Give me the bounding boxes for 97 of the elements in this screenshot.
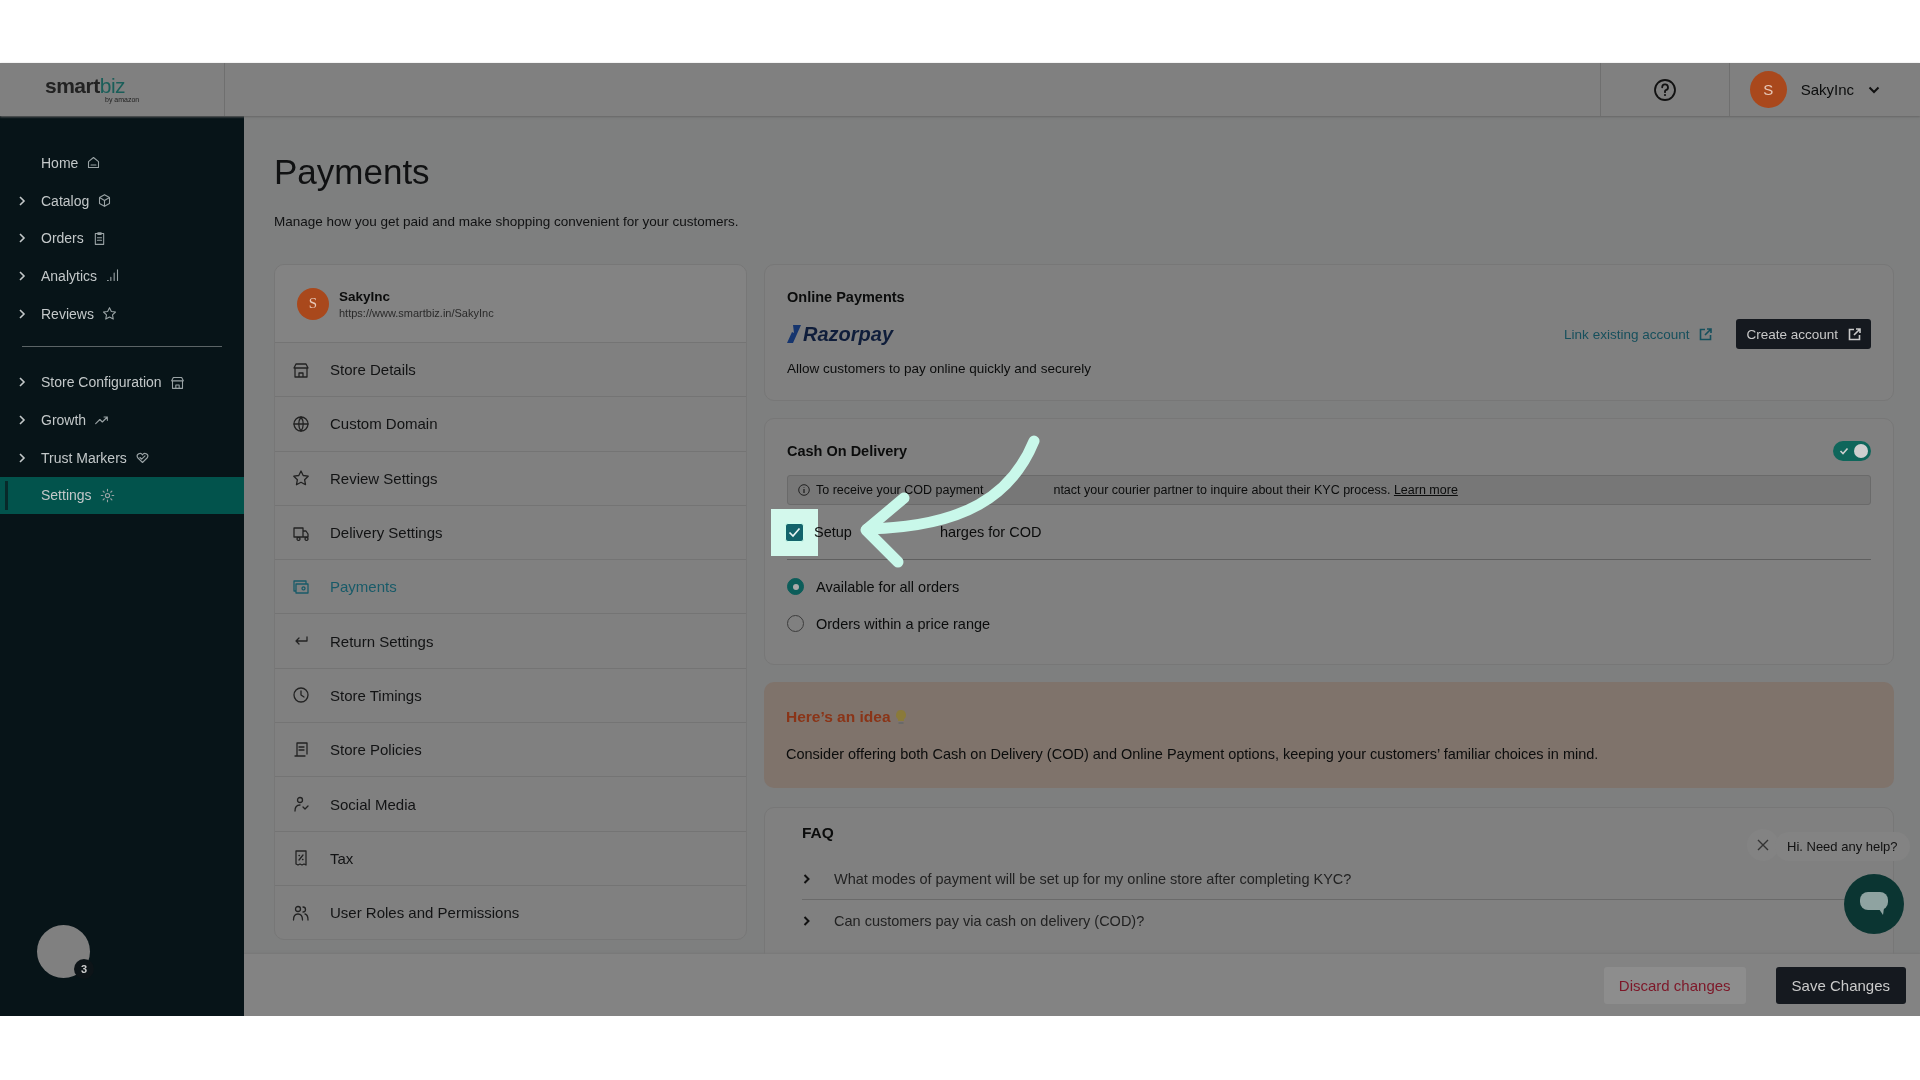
settings-menu-item[interactable]: Return Settings	[275, 613, 746, 668]
razorpay-mark-icon	[787, 325, 801, 343]
lightbulb-icon	[894, 709, 907, 725]
sidebar-item[interactable]: Reviews	[0, 294, 244, 333]
chevron-right-icon	[802, 914, 812, 927]
settings-menu-item[interactable]: Review Settings	[275, 450, 746, 505]
star-icon	[101, 306, 117, 322]
provider-name: Razorpay	[803, 322, 894, 346]
sidebar-label: Orders	[41, 230, 84, 247]
settings-menu-item[interactable]: Store Timings	[275, 667, 746, 723]
discard-button[interactable]: Discard changes	[1603, 966, 1746, 1004]
box-icon	[97, 193, 113, 209]
store-avatar: S	[297, 287, 329, 320]
settings-menu-item[interactable]: Tax	[275, 830, 746, 885]
learn-more-link[interactable]: Learn more	[1393, 483, 1458, 497]
sidebar-item[interactable]: Home	[0, 144, 244, 182]
clock-icon	[292, 686, 310, 705]
radio-option[interactable]: Available for all orders	[787, 568, 960, 605]
checkbox-label: harges for COD	[939, 524, 1042, 540]
card-title: Online Payments	[787, 289, 906, 305]
settings-menu-item[interactable]: Delivery Settings	[275, 504, 746, 560]
users-icon	[292, 903, 310, 922]
card-title: Cash On Delivery	[787, 443, 908, 459]
radio-option[interactable]: Orders within a price range	[787, 605, 991, 642]
wallet-icon	[292, 577, 310, 596]
logo-avatar[interactable]	[37, 925, 90, 978]
store-url: https://www.smartbiz.in/SakyInc	[339, 306, 494, 319]
settings-menu-item[interactable]: Social Media	[275, 776, 746, 831]
menu-label: Return Settings	[330, 632, 434, 650]
card-description: Allow customers to pay online quickly and securely	[787, 361, 1092, 376]
menu-label: Store Details	[330, 361, 416, 379]
settings-menu-item[interactable]: Custom Domain	[275, 396, 746, 451]
faq-item[interactable]: What modes of payment will be set up for my online store after completing KYC?	[802, 858, 1352, 899]
settings-menu-item[interactable]: Store Policies	[275, 722, 746, 777]
check-icon	[788, 526, 801, 538]
store-icon	[292, 360, 310, 379]
star-icon	[292, 469, 310, 488]
external-link-icon	[1699, 327, 1713, 341]
menu-label: Store Timings	[330, 686, 422, 704]
chevron-down-icon[interactable]	[1868, 85, 1880, 94]
globe-icon	[292, 414, 310, 433]
settings-icon	[99, 487, 115, 503]
menu-label: Review Settings	[330, 469, 438, 487]
document-icon	[292, 740, 310, 759]
sidebar-item[interactable]: Trust Markers	[0, 438, 244, 477]
menu-label: Custom Domain	[330, 415, 438, 433]
menu-label: Payments	[330, 578, 397, 596]
user-avatar[interactable]: S	[1749, 71, 1787, 108]
sidebar-label: Analytics	[41, 267, 98, 284]
check-icon	[1839, 446, 1849, 456]
menu-label: Delivery Settings	[330, 524, 443, 542]
sidebar-item[interactable]: Settings	[0, 476, 244, 515]
faq-item[interactable]: Can customers pay via cash on delivery (COD)?	[802, 900, 1145, 941]
info-icon	[798, 484, 810, 496]
notice-text: To receive your COD payment	[816, 483, 984, 497]
help-icon[interactable]	[1652, 77, 1677, 102]
home-icon	[86, 155, 102, 171]
sidebar-item[interactable]: Store Configuration	[0, 363, 244, 402]
save-button[interactable]: Save Changes	[1775, 966, 1906, 1004]
store-icon	[169, 374, 185, 390]
sidebar-label: Trust Markers	[41, 449, 127, 466]
logo[interactable]: smartbiz	[45, 75, 224, 96]
sidebar-label: Settings	[41, 487, 92, 504]
close-icon	[1757, 839, 1769, 851]
page-subtitle: Manage how you get paid and make shopping convenient for your customers.	[274, 214, 740, 229]
tip-text: Consider offering both Cash on Delivery (COD) and Online Payment options, keeping your customers’ familiar choices in mind.	[786, 746, 1600, 762]
sidebar-label: Growth	[41, 411, 87, 428]
receipt-icon	[292, 849, 310, 868]
sidebar-item[interactable]: Orders	[0, 219, 244, 258]
settings-menu-item[interactable]: Store Details	[275, 342, 746, 397]
sidebar-label: Catalog	[41, 192, 90, 209]
faq-title: FAQ	[802, 824, 834, 842]
sidebar-label: Home	[41, 154, 79, 171]
cod-toggle[interactable]	[1833, 441, 1871, 461]
sidebar-item[interactable]: Analytics	[0, 257, 244, 295]
store-name: SakyInc	[339, 288, 392, 304]
sidebar-label: Store Configuration	[41, 374, 162, 391]
menu-label: Store Policies	[330, 741, 422, 759]
checkbox[interactable]	[785, 522, 804, 542]
menu-label: User Roles and Permissions	[330, 904, 520, 922]
settings-menu-item[interactable]: User Roles and Permissions	[275, 884, 746, 940]
chevron-right-icon	[802, 872, 812, 885]
external-link-icon	[1848, 327, 1861, 341]
notification-count: 3	[74, 959, 94, 979]
tip-title: Here’s an idea	[786, 708, 891, 726]
heart-check-icon	[134, 450, 150, 466]
menu-label: Social Media	[330, 795, 416, 813]
sidebar-label: Reviews	[41, 305, 94, 322]
chat-icon	[1859, 891, 1889, 917]
user-name[interactable]: SakyInc	[1800, 81, 1854, 98]
page-title: Payments	[274, 152, 431, 192]
sidebar-item[interactable]: Catalog	[0, 181, 244, 220]
sidebar-item[interactable]: Growth	[0, 401, 244, 439]
notice-text: ntact your courier partner to inquire about their KYC process. Learn more	[1053, 483, 1458, 497]
menu-label: Tax	[330, 849, 354, 867]
create-account-button[interactable]: Create account	[1736, 319, 1871, 349]
bar-chart-icon	[105, 268, 121, 284]
